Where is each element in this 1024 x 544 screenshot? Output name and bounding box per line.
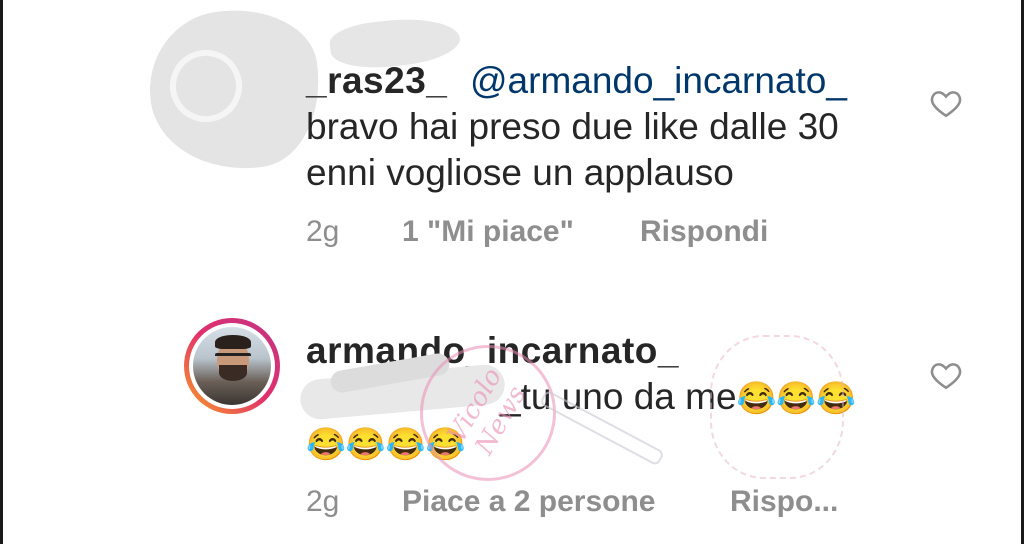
avatar-glasses xyxy=(215,353,251,364)
avatar[interactable] xyxy=(189,323,275,409)
heart-outline-icon[interactable] xyxy=(928,358,964,392)
avatar-photo xyxy=(193,327,271,405)
watermark-decoration xyxy=(710,335,844,479)
heart-outline-icon[interactable] xyxy=(928,86,964,120)
reply-button[interactable]: Rispo... xyxy=(730,485,838,519)
reply-button[interactable]: Rispondi xyxy=(640,215,768,249)
avatar-beard xyxy=(219,365,247,381)
comment-1: _ras23_ @armando_incarnato_ bravo hai pr… xyxy=(0,0,1024,270)
comment-likes-count[interactable]: Piace a 2 persone xyxy=(402,485,655,519)
comment-text-line: enni vogliose un applauso xyxy=(306,152,734,193)
comment-time: 2g xyxy=(306,215,340,248)
watermark-text: Vicolo News xyxy=(441,363,533,460)
comment-time: 2g xyxy=(306,485,340,518)
avatar-hair xyxy=(215,335,251,349)
comment-likes-count[interactable]: 1 "Mi piace" xyxy=(402,215,574,249)
comment-mention[interactable]: @armando_incarnato_ xyxy=(470,60,847,102)
comment-username[interactable]: _ras23_ xyxy=(306,60,447,102)
comment-text-line: bravo hai preso due like dalle 30 xyxy=(306,106,839,147)
